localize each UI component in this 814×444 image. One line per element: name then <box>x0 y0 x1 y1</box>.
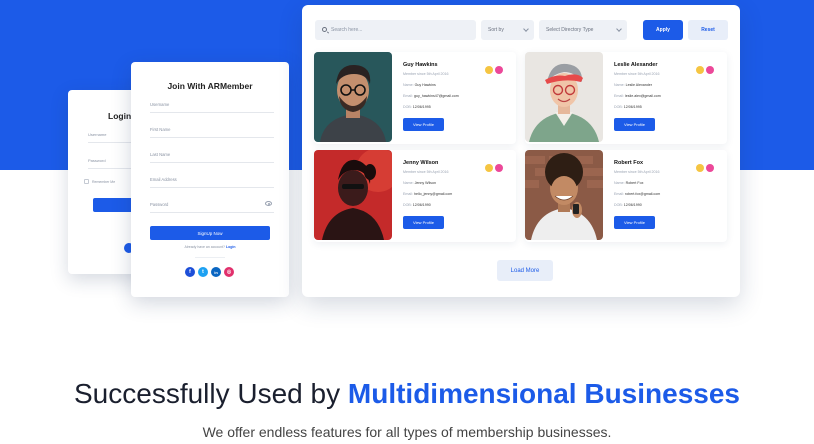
first-name-field[interactable]: First Name <box>150 123 274 138</box>
username-field[interactable]: Username <box>150 98 274 113</box>
member-card: Jenny Wilson Member since 5th April 2016… <box>314 150 516 242</box>
member-email-row: Email: robert.fox@gmail.com <box>614 192 661 196</box>
member-directory: Sort by Select Directory Type Apply Rese… <box>302 5 740 297</box>
eye-icon[interactable] <box>265 201 272 206</box>
avatar <box>525 150 603 240</box>
section-headline: Successfully Used by Multidimensional Bu… <box>74 378 740 409</box>
member-name-row: Name: Robert Fox <box>614 181 644 185</box>
member-name: Leslie Alexander <box>614 62 658 68</box>
member-card: Guy Hawkins Member since 5th April 2016 … <box>314 52 516 144</box>
twitter-icon[interactable]: t <box>198 267 208 277</box>
section-subheadline: We offer endless features for all types … <box>202 424 612 440</box>
login-link[interactable]: Login <box>226 245 236 249</box>
badge-icon <box>706 164 714 172</box>
remember-me[interactable]: Remember Me <box>84 179 115 184</box>
divider <box>195 257 225 258</box>
view-profile-button[interactable]: View Profile <box>403 216 444 229</box>
avatar <box>525 52 603 142</box>
badge-icon <box>485 66 493 74</box>
member-name-row: Name: Guy Hawkins <box>403 83 436 87</box>
view-profile-button[interactable]: View Profile <box>614 118 655 131</box>
linkedin-icon[interactable]: in <box>211 267 221 277</box>
login-prompt: Already have an account? Login <box>184 245 236 249</box>
member-name-row: Name: Leslie Alexander <box>614 83 652 87</box>
member-since: Member since 5th April 2016 <box>403 170 449 174</box>
member-email-row: Email: guy_hawkins47@gmail.com <box>403 94 459 98</box>
member-badges <box>485 66 503 74</box>
member-since: Member since 5th April 2016 <box>614 170 660 174</box>
password-field[interactable]: Password <box>150 198 274 213</box>
load-more-button[interactable]: Load More <box>497 260 553 281</box>
badge-icon <box>495 164 503 172</box>
view-profile-button[interactable]: View Profile <box>614 216 655 229</box>
member-card: Leslie Alexander Member since 5th April … <box>525 52 727 144</box>
member-name: Jenny Wilson <box>403 160 439 166</box>
signup-form-card: Join With ARMember Username First Name L… <box>131 62 289 297</box>
chevron-down-icon <box>616 26 622 32</box>
instagram-icon[interactable]: ◎ <box>224 267 234 277</box>
login-title: Login <box>108 111 132 121</box>
member-name: Guy Hawkins <box>403 62 438 68</box>
member-dob-row: DOB: 12/06/1995 <box>403 105 431 109</box>
apply-button[interactable]: Apply <box>643 20 683 40</box>
member-since: Member since 5th April 2016 <box>614 72 660 76</box>
email-field[interactable]: Email Address <box>150 173 274 188</box>
member-badges <box>696 66 714 74</box>
badge-icon <box>696 164 704 172</box>
directory-type-dropdown[interactable]: Select Directory Type <box>539 20 627 40</box>
view-profile-button[interactable]: View Profile <box>403 118 444 131</box>
member-since: Member since 5th April 2016 <box>403 72 449 76</box>
member-card: Robert Fox Member since 5th April 2016 N… <box>525 150 727 242</box>
member-badges <box>696 164 714 172</box>
chevron-down-icon <box>523 26 529 32</box>
badge-icon <box>706 66 714 74</box>
member-dob-row: DOB: 12/06/1990 <box>403 203 431 207</box>
avatar <box>314 150 392 240</box>
remember-checkbox[interactable] <box>84 179 89 184</box>
search-input[interactable] <box>331 20 471 40</box>
search-bar[interactable] <box>315 20 476 40</box>
member-email-row: Email: hello_jenny@gmail.com <box>403 192 453 196</box>
member-name: Robert Fox <box>614 160 644 166</box>
member-dob-row: DOB: 12/06/1990 <box>614 203 642 207</box>
social-login-row: f t in ◎ <box>185 267 234 277</box>
member-name-row: Name: Jenny Wilson <box>403 181 436 185</box>
last-name-field[interactable]: Last Name <box>150 148 274 163</box>
avatar <box>314 52 392 142</box>
badge-icon <box>696 66 704 74</box>
member-email-row: Email: leslie.alex@gmail.com <box>614 94 661 98</box>
sort-dropdown[interactable]: Sort by <box>481 20 534 40</box>
member-dob-row: DOB: 12/06/1995 <box>614 105 642 109</box>
facebook-icon[interactable]: f <box>185 267 195 277</box>
reset-button[interactable]: Reset <box>688 20 728 40</box>
badge-icon <box>485 164 493 172</box>
member-badges <box>485 164 503 172</box>
signup-title: Join With ARMember <box>167 81 253 91</box>
badge-icon <box>495 66 503 74</box>
search-icon <box>322 27 327 32</box>
signup-button[interactable]: SignUp Now <box>150 226 270 240</box>
